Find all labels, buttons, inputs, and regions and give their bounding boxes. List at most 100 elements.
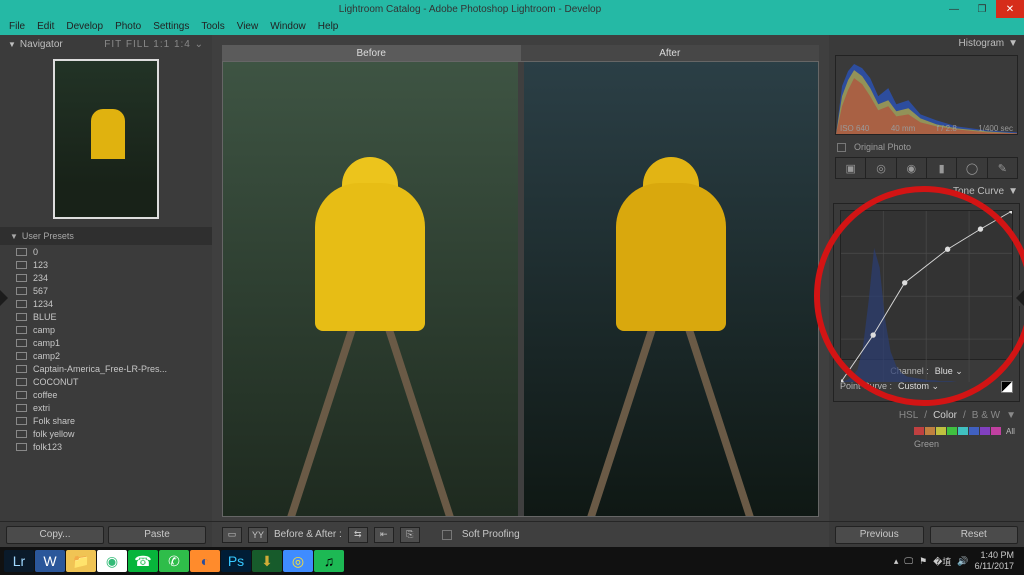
taskbar-idm-icon[interactable]: ⬇ xyxy=(252,550,282,572)
preset-thumb-icon xyxy=(16,404,27,412)
histogram-header[interactable]: Histogram▼ xyxy=(829,35,1024,51)
exif-focal: 40 mm xyxy=(891,124,915,133)
menu-edit[interactable]: Edit xyxy=(31,21,60,32)
color-swatch[interactable] xyxy=(936,427,946,435)
chevron-down-icon: ▼ xyxy=(8,40,16,49)
preset-item[interactable]: BLUE xyxy=(0,310,212,323)
preset-item[interactable]: 0 xyxy=(0,245,212,258)
swap-before-after-button[interactable]: ⇆ xyxy=(348,527,368,543)
redeye-tool-button[interactable]: ◉ xyxy=(897,158,927,178)
preset-item[interactable]: folk yellow xyxy=(0,427,212,440)
color-swatch[interactable] xyxy=(925,427,935,435)
loupe-view-button[interactable]: ▭ xyxy=(222,527,242,543)
tray-network-icon[interactable]: �埴 xyxy=(933,555,951,568)
preset-item[interactable]: coffee xyxy=(0,388,212,401)
point-curve-select[interactable]: Custom ⌄ xyxy=(898,381,939,393)
color-swatch[interactable] xyxy=(969,427,979,435)
before-photo[interactable] xyxy=(223,62,518,516)
radial-tool-button[interactable]: ◯ xyxy=(957,158,987,178)
taskbar-file-explorer-icon[interactable]: 📁 xyxy=(66,550,96,572)
preset-item[interactable]: camp xyxy=(0,323,212,336)
right-panel-collapse-icon[interactable] xyxy=(1016,290,1024,306)
color-swatch[interactable] xyxy=(914,427,924,435)
preset-thumb-icon xyxy=(16,352,27,360)
menu-settings[interactable]: Settings xyxy=(147,21,195,32)
preset-item[interactable]: camp1 xyxy=(0,336,212,349)
window-title: Lightroom Catalog - Adobe Photoshop Ligh… xyxy=(0,4,940,15)
hsl-section-header[interactable]: HSL/ Color/ B & W ▼ xyxy=(829,406,1024,425)
point-curve-toggle-icon[interactable] xyxy=(1001,381,1013,393)
swatch-all[interactable]: All xyxy=(1006,427,1016,435)
close-button[interactable]: ✕ xyxy=(996,0,1024,18)
taskbar-clock[interactable]: 1:40 PM 6/11/2017 xyxy=(975,550,1014,572)
taskbar-firefox-icon[interactable]: ◐ xyxy=(190,550,220,572)
menu-photo[interactable]: Photo xyxy=(109,21,147,32)
checkbox-icon xyxy=(837,143,846,152)
color-swatch[interactable] xyxy=(947,427,957,435)
previous-button[interactable]: Previous xyxy=(835,526,924,544)
color-swatch[interactable] xyxy=(958,427,968,435)
preset-thumb-icon xyxy=(16,287,27,295)
navigator-thumbnail[interactable] xyxy=(53,59,159,219)
original-photo-toggle[interactable]: Original Photo xyxy=(829,139,1024,155)
preset-item[interactable]: Folk share xyxy=(0,414,212,427)
tone-curve-chart[interactable] xyxy=(840,210,1013,360)
taskbar-lightroom-icon[interactable]: Lr xyxy=(4,550,34,572)
preset-item[interactable]: COCONUT xyxy=(0,375,212,388)
histogram[interactable]: ISO 640 40 mm f / 2.8 1/400 sec xyxy=(835,55,1018,135)
right-footer: Previous Reset xyxy=(829,521,1024,547)
compare-view-button[interactable]: YY xyxy=(248,527,268,543)
preset-item[interactable]: 1234 xyxy=(0,297,212,310)
reset-button[interactable]: Reset xyxy=(930,526,1019,544)
copy-button[interactable]: Copy... xyxy=(6,526,104,544)
crop-tool-button[interactable]: ▣ xyxy=(836,158,866,178)
preset-item[interactable]: Captain-America_Free-LR-Pres... xyxy=(0,362,212,375)
preset-item[interactable]: extri xyxy=(0,401,212,414)
after-photo[interactable] xyxy=(524,62,819,516)
user-presets-header[interactable]: ▼ User Presets xyxy=(0,227,212,245)
left-footer: Copy... Paste xyxy=(0,521,212,547)
navigator-header[interactable]: ▼ Navigator FIT FILL 1:1 1:4 ⌄ xyxy=(0,35,212,53)
preset-item[interactable]: camp2 xyxy=(0,349,212,362)
menu-window[interactable]: Window xyxy=(264,21,312,32)
tray-monitor-icon[interactable]: 🖵 xyxy=(904,556,913,567)
soft-proofing-label: Soft Proofing xyxy=(462,529,520,540)
taskbar-realplayer-icon[interactable]: ◎ xyxy=(283,550,313,572)
tone-curve-header[interactable]: Tone Curve▼ xyxy=(829,183,1024,199)
taskbar-whatsapp-icon[interactable]: ✆ xyxy=(159,550,189,572)
system-tray[interactable]: ▴ 🖵 ⚑ �埴 🔊 1:40 PM 6/11/2017 xyxy=(894,550,1020,572)
restore-button[interactable]: ❐ xyxy=(968,0,996,18)
minimize-button[interactable]: — xyxy=(940,0,968,18)
taskbar-word-icon[interactable]: W xyxy=(35,550,65,572)
preset-item[interactable]: 123 xyxy=(0,258,212,271)
preset-item[interactable]: folk123 xyxy=(0,440,212,453)
paste-button[interactable]: Paste xyxy=(108,526,206,544)
tray-up-icon[interactable]: ▴ xyxy=(894,556,899,567)
menu-file[interactable]: File xyxy=(3,21,31,32)
tray-flag-icon[interactable]: ⚑ xyxy=(919,556,927,567)
navigator-zoom-options[interactable]: FIT FILL 1:1 1:4 ⌄ xyxy=(104,39,204,50)
taskbar-chrome-icon[interactable]: ◉ xyxy=(97,550,127,572)
menu-help[interactable]: Help xyxy=(312,21,345,32)
menu-tools[interactable]: Tools xyxy=(195,21,230,32)
color-swatch[interactable] xyxy=(980,427,990,435)
gradient-tool-button[interactable]: ▮ xyxy=(927,158,957,178)
taskbar-photoshop-icon[interactable]: Ps xyxy=(221,550,251,572)
soft-proofing-checkbox[interactable] xyxy=(442,530,452,540)
os-taskbar: LrW📁◉☎✆◐Ps⬇◎♫ ▴ 🖵 ⚑ �埴 🔊 1:40 PM 6/11/20… xyxy=(0,547,1024,575)
brush-tool-button[interactable]: ✎ xyxy=(988,158,1017,178)
spot-tool-button[interactable]: ◎ xyxy=(866,158,896,178)
left-panel-collapse-icon[interactable] xyxy=(0,290,8,306)
before-after-label: Before & After : xyxy=(274,529,342,540)
menu-develop[interactable]: Develop xyxy=(60,21,109,32)
preset-item[interactable]: 234 xyxy=(0,271,212,284)
copy-before-settings-button[interactable]: ⇤ xyxy=(374,527,394,543)
copy-after-settings-button[interactable]: ⎘ xyxy=(400,527,420,543)
preset-thumb-icon xyxy=(16,430,27,438)
taskbar-spotify-icon[interactable]: ♫ xyxy=(314,550,344,572)
tray-volume-icon[interactable]: 🔊 xyxy=(957,556,968,567)
taskbar-line-icon[interactable]: ☎ xyxy=(128,550,158,572)
color-swatch[interactable] xyxy=(991,427,1001,435)
menu-view[interactable]: View xyxy=(231,21,265,32)
preset-item[interactable]: 567 xyxy=(0,284,212,297)
